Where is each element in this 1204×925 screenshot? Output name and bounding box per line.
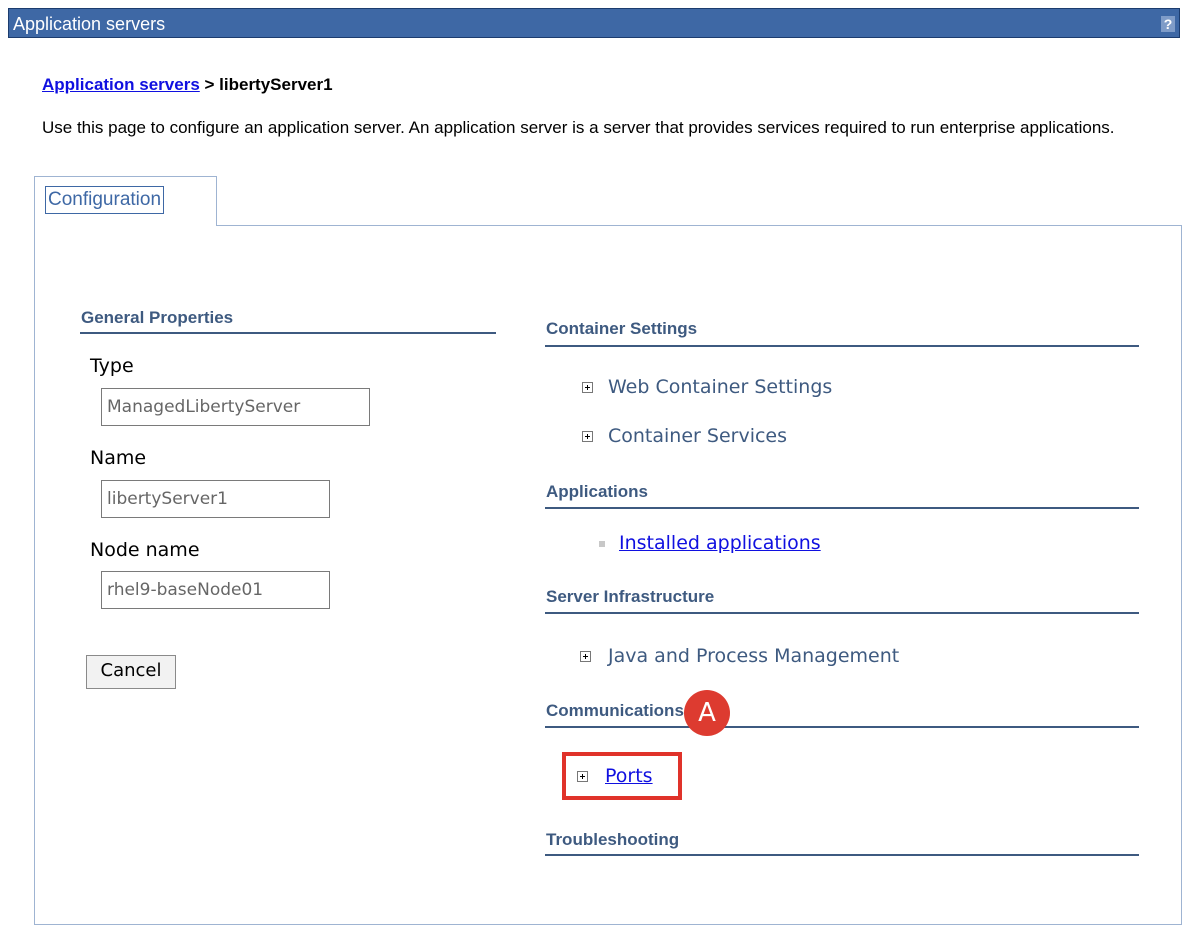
- bullet-icon: [599, 541, 605, 547]
- type-field[interactable]: [101, 388, 370, 426]
- expand-java-process-management-icon[interactable]: [580, 651, 591, 662]
- container-settings-rule: [545, 345, 1139, 347]
- cancel-button[interactable]: Cancel: [86, 655, 176, 689]
- applications-heading: Applications: [546, 482, 649, 501]
- general-properties-rule: [80, 332, 496, 334]
- web-container-settings-item[interactable]: Web Container Settings: [608, 375, 832, 399]
- node-name-label: Node name: [90, 539, 200, 561]
- expand-web-container-settings-icon[interactable]: [582, 382, 593, 393]
- breadcrumb-separator: >: [199, 75, 220, 94]
- annotation-marker-a: A: [684, 690, 730, 736]
- name-field[interactable]: [101, 480, 330, 518]
- troubleshooting-heading: Troubleshooting: [546, 830, 680, 849]
- server-infrastructure-rule: [545, 612, 1139, 614]
- node-name-field[interactable]: [101, 571, 330, 609]
- container-settings-heading: Container Settings: [546, 319, 698, 338]
- tab-configuration-label[interactable]: Configuration: [45, 186, 165, 214]
- general-properties-heading: General Properties: [81, 308, 234, 327]
- tab-configuration[interactable]: Configuration: [34, 176, 217, 226]
- installed-applications-link[interactable]: Installed applications: [619, 531, 821, 555]
- container-services-item[interactable]: Container Services: [608, 424, 787, 448]
- java-process-management-item[interactable]: Java and Process Management: [608, 644, 899, 668]
- name-label: Name: [90, 447, 147, 469]
- type-label: Type: [90, 355, 134, 377]
- page-description: Use this page to configure an applicatio…: [42, 118, 1115, 137]
- window-titlebar: Application servers ?: [8, 8, 1180, 38]
- communications-heading: Communications: [546, 701, 684, 720]
- communications-rule: [545, 726, 1139, 728]
- applications-rule: [545, 507, 1139, 509]
- help-icon[interactable]: ?: [1161, 16, 1175, 32]
- server-infrastructure-heading: Server Infrastructure: [546, 587, 715, 606]
- ports-highlight-box: [562, 752, 682, 800]
- expand-container-services-icon[interactable]: [582, 431, 593, 442]
- window-title: Application servers: [13, 14, 166, 34]
- breadcrumb: Application servers > libertyServer1: [42, 73, 333, 97]
- troubleshooting-rule: [545, 854, 1139, 856]
- breadcrumb-link-application-servers[interactable]: Application servers: [42, 75, 200, 94]
- breadcrumb-current: libertyServer1: [219, 75, 333, 94]
